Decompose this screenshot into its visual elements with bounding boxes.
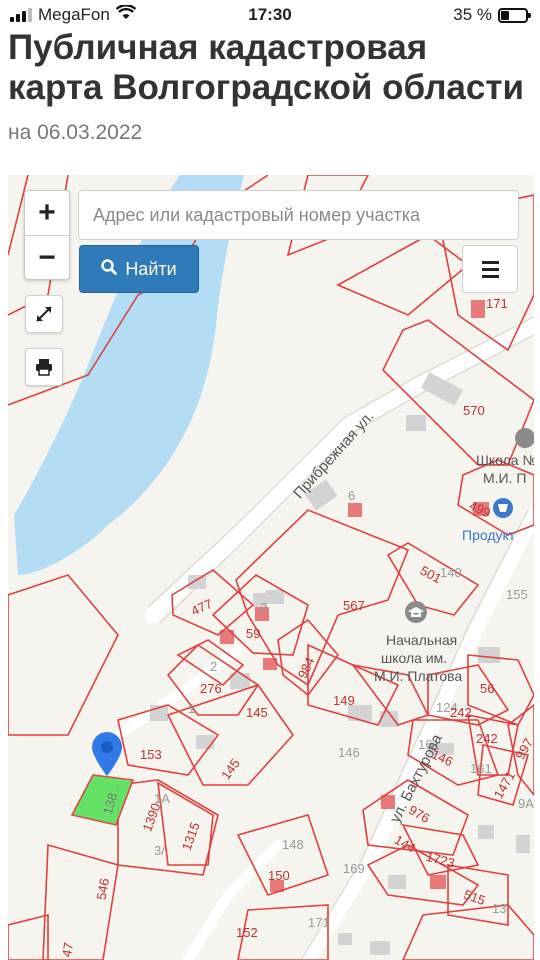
label-155: 155 — [506, 587, 528, 602]
label-567: 567 — [343, 598, 365, 613]
search-input[interactable] — [78, 190, 519, 240]
school-icon-2 — [515, 428, 534, 448]
label-171: 171 — [486, 296, 508, 311]
label-144: 144 — [392, 832, 418, 856]
status-bar: MegaFon 17:30 35 % — [0, 0, 540, 30]
label-171b: 171 — [308, 915, 330, 930]
label-242a: 242 — [450, 705, 472, 720]
label-150: 150 — [268, 868, 290, 883]
primary-school-label-2: школа им. — [381, 650, 447, 666]
label-276: 276 — [200, 681, 222, 696]
street-label-embankment: Прибрежная ул. — [290, 408, 377, 502]
label-47: 47 — [59, 941, 76, 958]
label-984: 984 — [295, 655, 318, 681]
label-1: 1 — [188, 701, 195, 716]
label-2: 2 — [260, 600, 267, 615]
label-153: 153 — [140, 747, 162, 762]
search-icon — [101, 258, 118, 280]
label-146: 146 — [338, 745, 360, 760]
shop-icon — [493, 498, 513, 518]
status-right: 35 % — [453, 5, 531, 25]
label-145a: 145 — [246, 705, 268, 720]
label-499: 499 — [467, 498, 493, 521]
school-icon — [405, 601, 427, 623]
label-145b: 145 — [218, 756, 243, 782]
label-59: 59 — [246, 626, 260, 641]
shop-label: Продукт — [462, 527, 516, 543]
label-140: 140 — [440, 565, 462, 580]
zoom-out-button[interactable]: − — [25, 235, 69, 279]
map-pin-icon[interactable] — [90, 731, 124, 777]
battery-percent: 35 % — [453, 5, 492, 24]
cadastral-map[interactable]: 171 570 6 499 501 140 155 567 477 59 984… — [8, 175, 534, 960]
road-bottom — [183, 840, 283, 960]
label-2b: 2 — [210, 659, 217, 674]
print-icon[interactable] — [25, 348, 63, 386]
label-570: 570 — [463, 403, 485, 418]
school-label-2: М.И. П — [483, 470, 526, 486]
label-1471: 1471 — [491, 769, 518, 802]
label-3a: 3/ — [154, 843, 165, 858]
menu-icon[interactable] — [462, 245, 518, 293]
label-1a: 1А — [154, 791, 170, 806]
battery-icon — [498, 7, 531, 23]
zoom-in-button[interactable]: + — [25, 191, 69, 235]
label-546: 546 — [94, 877, 113, 901]
label-152: 152 — [236, 925, 258, 940]
school-label-1: Школа № — [476, 452, 534, 468]
label-1315: 1315 — [179, 820, 203, 852]
zoom-control: + − — [24, 190, 70, 280]
page-date: на 06.03.2022 — [8, 121, 143, 144]
label-148: 148 — [282, 837, 304, 852]
primary-school-label-3: М.И. Платова — [374, 668, 462, 684]
find-button-label: Найти — [125, 258, 177, 279]
find-button[interactable]: Найти — [79, 245, 199, 293]
label-515: 515 — [462, 887, 488, 909]
label-1723: 1723 — [425, 849, 457, 871]
label-6: 6 — [348, 488, 355, 503]
label-169: 169 — [343, 861, 365, 876]
primary-school-label-1: Начальная — [386, 632, 457, 648]
label-149: 149 — [333, 693, 355, 708]
page-title-text: Публичная кадастровая карта Волгоградско… — [8, 28, 525, 107]
label-56: 56 — [480, 681, 494, 696]
fullscreen-icon[interactable] — [25, 295, 63, 333]
label-477: 477 — [189, 596, 215, 619]
label-161b: 161 — [470, 761, 492, 776]
label-242b: 242 — [476, 731, 498, 746]
label-9a: 9A — [518, 796, 534, 811]
page-title: Публичная кадастровая карта Волгоградско… — [8, 28, 528, 153]
label-13: 13 — [492, 901, 506, 916]
